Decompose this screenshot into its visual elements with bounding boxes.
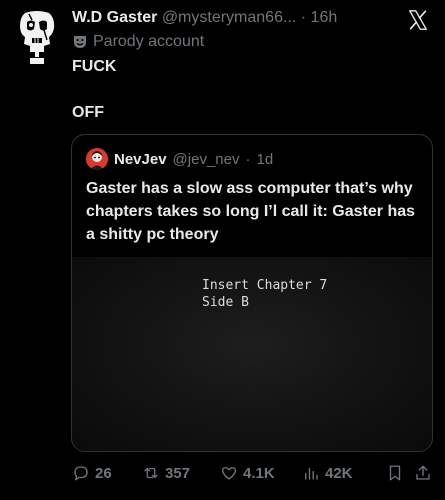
like-button[interactable]: 4.1K [220, 464, 302, 482]
quoted-tweet-text: Gaster has a slow ass computer that’s wh… [86, 180, 416, 243]
author-handle[interactable]: @mysteryman66... [162, 9, 297, 26]
tweet: W.D Gaster @mysteryman66... · 16h Parody… [0, 0, 445, 500]
quoted-tweet-header: NevJev @jev_nev · 1d [86, 148, 273, 170]
parody-label: Parody account [72, 33, 204, 51]
quoted-post-time[interactable]: 1d [256, 151, 273, 168]
like-icon [221, 467, 237, 480]
repost-count: 357 [165, 464, 191, 482]
quoted-author-name[interactable]: NevJev [114, 151, 167, 168]
tweet-text-line-1: FUCK [72, 58, 117, 75]
crt-line-1: Insert Chapter 7 [202, 278, 328, 293]
separator-dot: · [300, 9, 307, 26]
quoted-media-image[interactable]: Insert Chapter 7 Side B [72, 257, 432, 451]
views-button[interactable]: 42K [302, 464, 386, 482]
reply-icon [74, 466, 88, 481]
crt-screen-text: Insert Chapter 7 Side B [202, 277, 327, 311]
reply-count: 26 [95, 464, 112, 482]
quoted-author-handle[interactable]: @jev_nev [173, 151, 240, 168]
bookmark-icon [389, 465, 401, 481]
quoted-tweet[interactable]: NevJev @jev_nev · 1d Gaster has a slow a… [71, 134, 433, 452]
bookmark-button[interactable] [386, 464, 414, 482]
x-logo-icon[interactable] [407, 9, 429, 31]
like-count: 4.1K [243, 464, 275, 482]
tweet-text-line-2: OFF [72, 104, 104, 121]
views-count: 42K [325, 464, 353, 482]
author-avatar[interactable] [17, 10, 57, 64]
repost-button[interactable]: 357 [142, 464, 220, 482]
quoted-author-avatar[interactable] [86, 148, 108, 170]
separator-dot: · [245, 150, 251, 168]
repost-icon [144, 467, 158, 479]
post-time[interactable]: 16h [311, 9, 338, 26]
parody-mask-icon [74, 36, 86, 48]
action-bar: 26 357 4.1K 42K [72, 462, 436, 484]
parody-text: Parody account [93, 33, 205, 50]
share-icon [416, 465, 430, 480]
crt-line-2: Side B [202, 295, 249, 310]
reply-button[interactable]: 26 [72, 464, 142, 482]
views-icon [305, 467, 318, 480]
tweet-header: W.D Gaster @mysteryman66... · 16h [72, 9, 435, 31]
author-name[interactable]: W.D Gaster [72, 9, 157, 26]
share-button[interactable] [414, 464, 436, 482]
